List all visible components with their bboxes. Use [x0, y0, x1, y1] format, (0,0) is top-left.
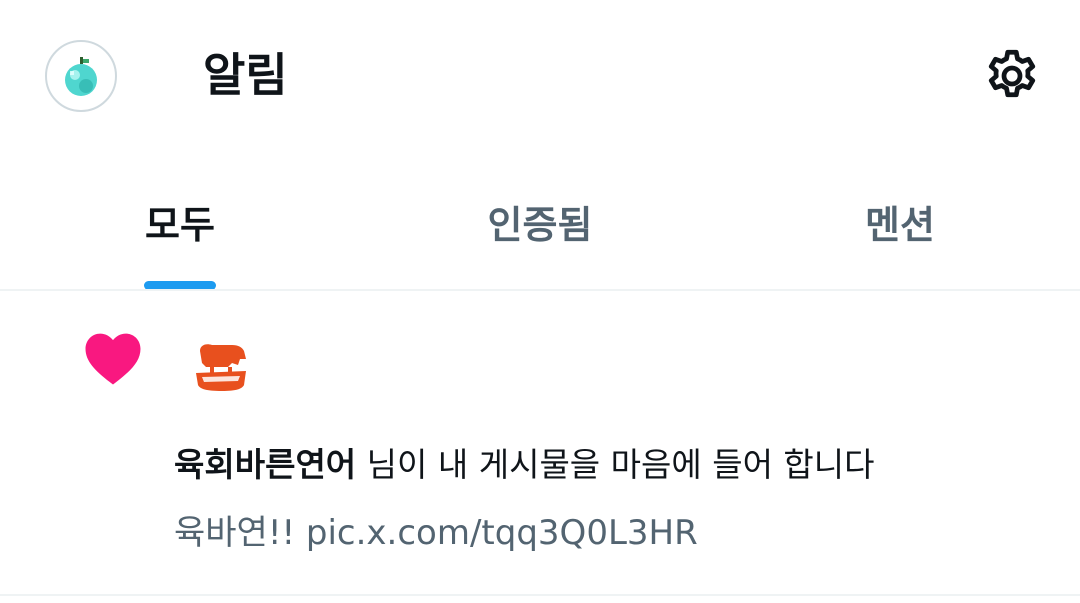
tab-verified-label: 인증됨 [487, 203, 593, 247]
diamond-apple-icon [65, 57, 97, 96]
page-title: 알림 [203, 48, 288, 102]
cow-logo-icon[interactable] [192, 337, 250, 395]
tab-all[interactable]: 모두 [120, 180, 240, 290]
tabs-divider [0, 289, 1080, 291]
tab-verified[interactable]: 인증됨 [460, 180, 620, 290]
notification-tabs: 모두 인증됨 멘션 [0, 180, 1080, 290]
notification-text: 육회바른연어 님이 내 게시물을 마음에 들어 합니다 [174, 442, 875, 488]
actor-name-link[interactable]: 육회바른연어 [174, 445, 356, 484]
post-preview-text: 육바연!! pic.x.com/tqq3Q0L3HR [174, 513, 698, 553]
tab-mentions-label: 멘션 [865, 203, 935, 247]
tab-mentions[interactable]: 멘션 [840, 180, 960, 290]
notification-item[interactable]: 육회바른연어 님이 내 게시물을 마음에 들어 합니다 육바연!! pic.x.… [0, 292, 1080, 594]
top-bar: 알림 [0, 0, 1080, 150]
notification-action-text: 님이 내 게시물을 마음에 들어 합니다 [356, 445, 875, 484]
settings-button[interactable] [980, 44, 1044, 108]
tab-all-label: 모두 [145, 203, 215, 247]
gear-icon [988, 49, 1036, 98]
heart-icon [85, 333, 141, 385]
notification-divider [0, 594, 1080, 596]
profile-avatar[interactable] [45, 40, 117, 112]
